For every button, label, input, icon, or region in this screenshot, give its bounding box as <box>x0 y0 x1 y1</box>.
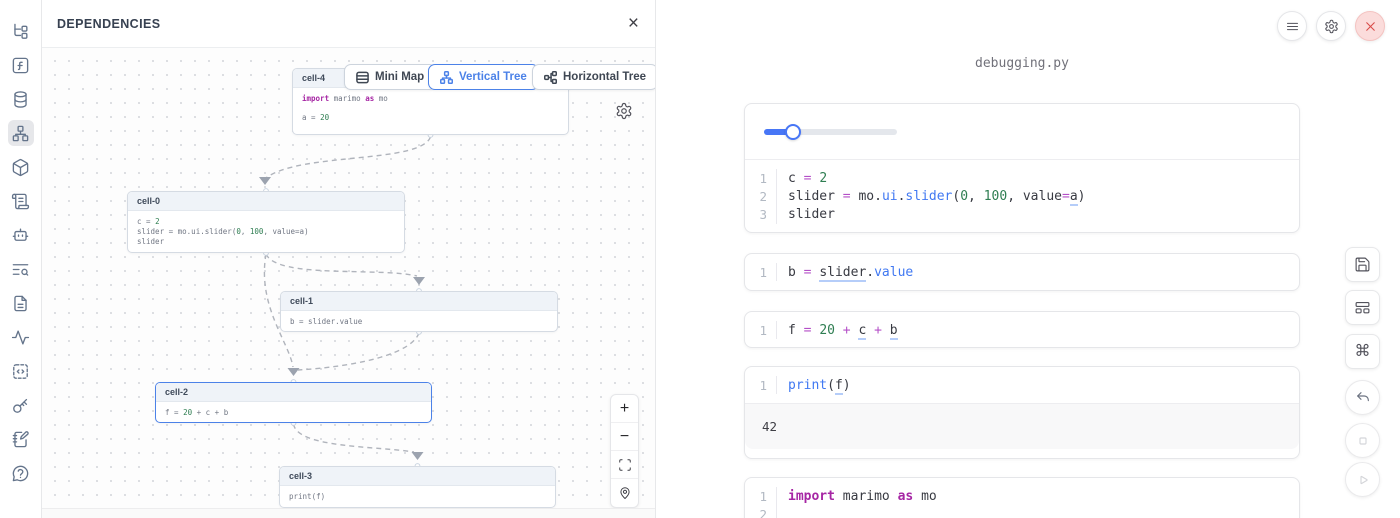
stop-icon <box>1355 433 1371 449</box>
vertical-tree-label: Vertical Tree <box>459 71 527 83</box>
notebook-cell-print[interactable]: 1print(f) 42 <box>744 366 1300 459</box>
close-panel-icon[interactable]: × <box>628 14 639 33</box>
function-icon[interactable] <box>8 52 34 78</box>
notebook-cell-b[interactable]: 1b = slider.value <box>744 253 1300 291</box>
notebook-area: debugging.py 1c = 22slider = mo.ui.slide… <box>657 0 1400 518</box>
vertical-tree-icon <box>440 71 453 84</box>
notebook-settings-button[interactable] <box>1316 11 1346 41</box>
package-icon[interactable] <box>8 154 34 180</box>
node-title: cell-3 <box>280 467 555 486</box>
graph-settings-button[interactable] <box>612 99 636 123</box>
graph-node-cell-3[interactable]: cell-3 print(f) <box>279 466 556 508</box>
notebook-cell-f[interactable]: 1f = 20 + c + b <box>744 311 1300 348</box>
dependency-graph-canvas[interactable]: cell-4 import marimo as moa = 20 cell-0 … <box>42 48 655 508</box>
snippets-icon[interactable] <box>8 358 34 384</box>
panel-title: DEPENDENCIES <box>57 17 160 31</box>
cell-code-editor[interactable]: 1import marimo as mo2 <box>745 478 1299 518</box>
close-icon <box>1363 19 1378 34</box>
horizontal-tree-label: Horizontal Tree <box>563 71 646 83</box>
command-palette-button[interactable]: ⌘ <box>1345 334 1380 369</box>
notebook-cell-import[interactable]: 1import marimo as mo2 <box>744 477 1300 518</box>
menu-icon <box>1285 19 1300 34</box>
run-button[interactable] <box>1345 462 1380 497</box>
slider-widget[interactable] <box>764 124 897 140</box>
center-selection-button[interactable] <box>611 479 638 507</box>
fit-view-icon <box>618 458 632 472</box>
shutdown-button[interactable] <box>1355 11 1385 41</box>
graph-node-cell-2[interactable]: cell-2 f = 20 + c + b <box>155 382 432 423</box>
cell-code-editor[interactable]: 1c = 22slider = mo.ui.slider(0, 100, val… <box>745 160 1299 233</box>
horizontal-tree-button[interactable]: Horizontal Tree <box>532 64 655 90</box>
cell-code-editor[interactable]: 1print(f) <box>745 367 1299 403</box>
vertical-tree-button[interactable]: Vertical Tree <box>428 64 539 90</box>
save-icon <box>1354 256 1371 273</box>
notebook-cell-slider[interactable]: 1c = 22slider = mo.ui.slider(0, 100, val… <box>744 103 1300 233</box>
map-pin-icon <box>618 486 632 500</box>
notebook-filename[interactable]: debugging.py <box>744 56 1300 71</box>
help-icon[interactable] <box>8 460 34 486</box>
scratchpad-icon[interactable] <box>8 426 34 452</box>
notebook-menu-button[interactable] <box>1277 11 1307 41</box>
undo-icon <box>1355 390 1371 406</box>
save-button[interactable] <box>1345 247 1380 282</box>
undo-button[interactable] <box>1345 380 1380 415</box>
gear-icon <box>1324 19 1339 34</box>
node-title: cell-0 <box>128 192 404 211</box>
stop-button[interactable] <box>1345 423 1380 458</box>
gear-icon <box>615 102 633 120</box>
zoom-controls: + − <box>610 394 639 508</box>
file-tree-icon[interactable] <box>8 18 34 44</box>
node-title: cell-2 <box>156 383 431 402</box>
database-icon[interactable] <box>8 86 34 112</box>
node-code: b = slider.value <box>281 311 557 332</box>
minimap-label: Mini Map <box>375 71 424 83</box>
fit-view-button[interactable] <box>611 451 638 479</box>
chat-bot-icon[interactable] <box>8 222 34 248</box>
activity-icon[interactable] <box>8 324 34 350</box>
slider-thumb[interactable] <box>785 124 801 140</box>
panel-footer-strip <box>42 508 655 518</box>
zoom-in-button[interactable]: + <box>611 395 638 423</box>
activity-sidebar <box>0 0 42 518</box>
logs-icon[interactable] <box>8 188 34 214</box>
graph-node-cell-1[interactable]: cell-1 b = slider.value <box>280 291 558 332</box>
console-output: 42 <box>745 403 1299 449</box>
dependencies-panel-header: DEPENDENCIES × <box>42 0 655 48</box>
command-icon: ⌘ <box>1355 344 1371 360</box>
document-icon[interactable] <box>8 290 34 316</box>
minimap-button[interactable]: Mini Map <box>344 64 436 90</box>
node-code: print(f) <box>280 486 555 508</box>
dependency-graph-icon[interactable] <box>8 120 34 146</box>
text-search-icon[interactable] <box>8 256 34 282</box>
layout-button[interactable] <box>1345 290 1380 325</box>
layout-icon <box>1354 299 1371 316</box>
cell-output-area <box>745 104 1299 160</box>
cell-code-editor[interactable]: 1f = 20 + c + b <box>745 312 1299 348</box>
graph-node-cell-0[interactable]: cell-0 c = 2slider = mo.ui.slider(0, 100… <box>127 191 405 253</box>
node-code: c = 2slider = mo.ui.slider(0, 100, value… <box>128 211 404 253</box>
horizontal-tree-icon <box>544 71 557 84</box>
node-code: import marimo as moa = 20 <box>293 88 568 129</box>
play-icon <box>1355 472 1371 488</box>
node-code: f = 20 + c + b <box>156 402 431 423</box>
dependencies-panel: DEPENDENCIES × <box>42 0 656 518</box>
minimap-icon <box>356 71 369 84</box>
cell-code-editor[interactable]: 1b = slider.value <box>745 254 1299 290</box>
zoom-out-button[interactable]: − <box>611 423 638 451</box>
node-title: cell-1 <box>281 292 557 311</box>
secrets-key-icon[interactable] <box>8 392 34 418</box>
